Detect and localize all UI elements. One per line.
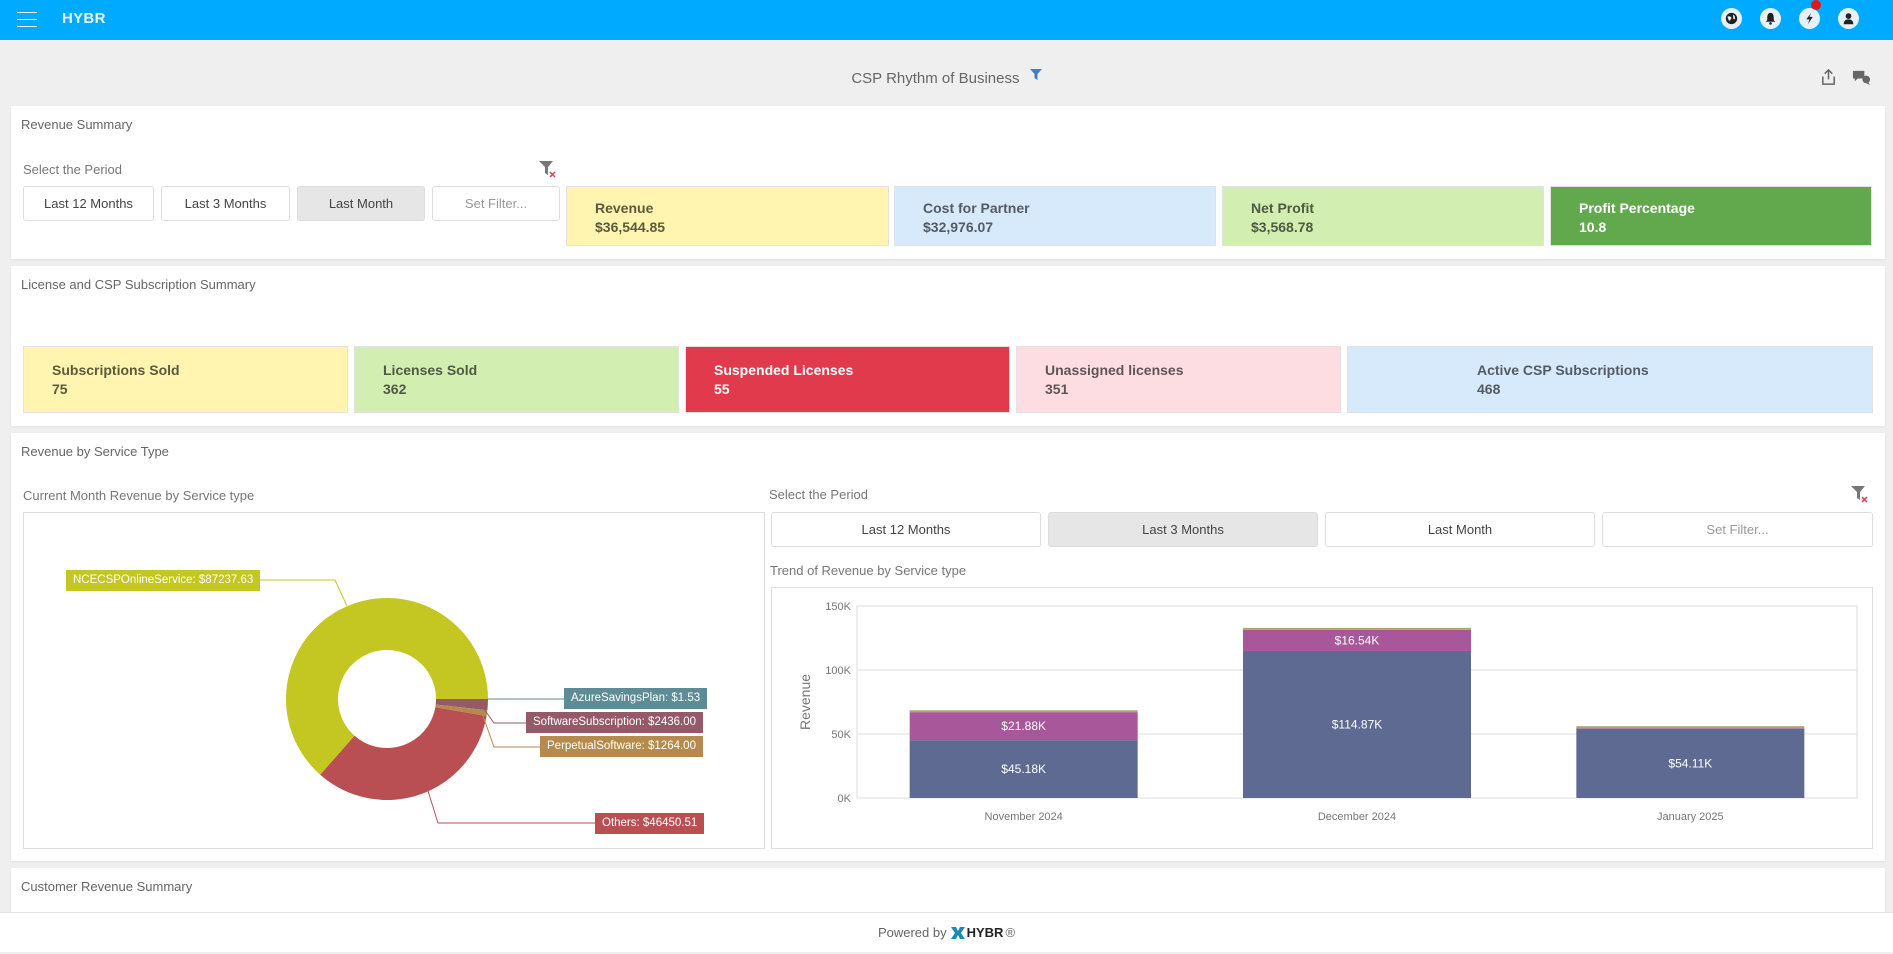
card-title: Cost for Partner	[923, 200, 1030, 216]
notification-dot	[1811, 0, 1821, 10]
y-tick-label: 50K	[831, 729, 851, 741]
card-title: Subscriptions Sold	[52, 362, 180, 378]
card-value: $36,544.85	[595, 219, 666, 235]
powered-by-text: Powered by	[877, 925, 947, 940]
share-export-icon[interactable]	[1819, 68, 1838, 92]
y-tick-label: 100K	[825, 665, 851, 677]
card-value: 351	[1045, 381, 1069, 397]
select-period-label: Select the Period	[769, 487, 869, 502]
card-title: Active CSP Subscriptions	[1477, 362, 1649, 378]
card-value: 362	[383, 381, 407, 397]
bar-segment[interactable]	[1243, 627, 1471, 630]
pie-chart-title: Current Month Revenue by Service type	[23, 488, 255, 503]
card-value: 10.8	[1579, 219, 1607, 235]
pie-slice-others[interactable]	[320, 707, 487, 800]
card-title: Revenue	[595, 200, 654, 216]
hybr-logo-text: HYBR	[966, 925, 1004, 940]
panel-title: License and CSP Subscription Summary	[21, 277, 256, 292]
registered-mark: ®	[1005, 925, 1016, 940]
globe-icon[interactable]	[1721, 8, 1742, 29]
top-navigation-bar: HYBR	[0, 0, 1893, 40]
bar-data-label: $54.11K	[1668, 756, 1712, 770]
lightning-icon[interactable]	[1799, 0, 1821, 29]
pie-label-softwaresubscription: SoftwareSubscription: $2436.00	[526, 712, 704, 733]
bar-data-label: $114.87K	[1332, 717, 1383, 731]
card-title: Profit Percentage	[1579, 200, 1695, 216]
comments-icon[interactable]	[1852, 68, 1871, 92]
revenue-by-service-type-panel: Revenue by Service Type Current Month Re…	[11, 433, 1885, 861]
y-axis-label: Revenue	[797, 674, 813, 730]
select-period-label: Select the Period	[23, 162, 123, 177]
subscriptions-sold-card: Subscriptions Sold 75	[23, 346, 348, 413]
suspended-licenses-card: Suspended Licenses 55	[685, 346, 1010, 413]
bar-data-label: $45.18K	[1001, 762, 1046, 776]
period-last-month-button[interactable]: Last Month	[1325, 512, 1595, 547]
x-tick-label: December 2024	[1318, 811, 1396, 823]
hybr-logo-icon	[950, 926, 965, 939]
hybr-logo[interactable]: HYBR ®	[950, 925, 1016, 940]
page-scrollbar[interactable]	[1887, 40, 1893, 912]
pie-label-ncecsponlineservice: NCECSPOnlineService: $87237.63	[66, 570, 261, 591]
bell-icon[interactable]	[1760, 8, 1781, 29]
set-filter-button[interactable]: Set Filter...	[1602, 512, 1873, 547]
panel-title: Customer Revenue Summary	[21, 879, 193, 894]
clear-filter-icon[interactable]	[539, 161, 557, 179]
page-title: CSP Rhythm of Business	[851, 70, 1020, 87]
user-icon[interactable]	[1838, 8, 1859, 29]
card-value: $32,976.07	[923, 219, 994, 235]
pie-label-others: Others: $46450.51	[595, 813, 705, 834]
card-value: 468	[1477, 381, 1501, 397]
page-title-row: CSP Rhythm of Business	[0, 68, 1893, 87]
licenses-sold-card: Licenses Sold 362	[354, 346, 679, 413]
period-last-month-button[interactable]: Last Month	[297, 186, 425, 221]
customer-revenue-summary-panel: Customer Revenue Summary	[11, 868, 1885, 918]
pie-label-perpetualsoftware: PerpetualSoftware: $1264.00	[540, 736, 703, 757]
bar-segment[interactable]	[1576, 728, 1805, 729]
active-csp-subscriptions-card: Active CSP Subscriptions 468	[1347, 346, 1873, 413]
bar-data-label: $21.88K	[1001, 719, 1046, 733]
bar-data-label: $16.54K	[1335, 633, 1380, 647]
bar-segment[interactable]	[1576, 726, 1805, 729]
pie-leader-line	[483, 708, 526, 724]
card-value: $3,568.78	[1251, 219, 1314, 235]
bar-chart-title: Trend of Revenue by Service type	[770, 563, 967, 578]
card-title: Unassigned licenses	[1045, 362, 1184, 378]
bar-segment[interactable]	[909, 710, 1138, 713]
hamburger-menu-icon[interactable]	[17, 12, 37, 29]
y-tick-label: 150K	[825, 601, 851, 613]
net-profit-card: Net Profit $3,568.78	[1222, 186, 1544, 246]
x-tick-label: November 2024	[985, 811, 1063, 823]
unassigned-licenses-card: Unassigned licenses 351	[1016, 346, 1341, 413]
card-title: Licenses Sold	[383, 362, 478, 378]
stacked-bar-chart: 0K 50K 100K 150K Revenue $45.18K $21.88K Novemb…	[797, 601, 1858, 823]
panel-title: Revenue by Service Type	[21, 444, 169, 459]
revenue-card: Revenue $36,544.85	[566, 186, 889, 246]
card-title: Suspended Licenses	[714, 362, 854, 378]
cost-for-partner-card: Cost for Partner $32,976.07	[894, 186, 1216, 246]
card-value: 55	[714, 381, 730, 397]
pie-label-azuresavingsplan: AzureSavingsPlan: $1.53	[564, 688, 708, 709]
pie-chart-container: NCECSPOnlineService: $87237.63 AzureSavin…	[23, 512, 765, 849]
license-summary-panel: License and CSP Subscription Summary Sub…	[11, 266, 1885, 426]
x-tick-label: January 2025	[1657, 811, 1724, 823]
period-last-3-months-button[interactable]: Last 3 Months	[161, 186, 290, 221]
profit-percentage-card: Profit Percentage 10.8	[1550, 186, 1872, 246]
clear-filter-icon[interactable]	[1851, 486, 1869, 504]
app-brand[interactable]: HYBR	[62, 10, 106, 27]
revenue-summary-panel: Revenue Summary Select the Period Last 1…	[11, 106, 1885, 259]
y-tick-label: 0K	[838, 793, 852, 805]
bar-chart-container: 0K 50K 100K 150K Revenue $45.18K $21.88K Novemb…	[771, 587, 1873, 849]
filter-icon[interactable]	[1029, 68, 1042, 85]
donut-chart	[221, 579, 595, 824]
footer: Powered by HYBR ®	[0, 912, 1893, 952]
card-title: Net Profit	[1251, 200, 1314, 216]
period-last-12-months-button[interactable]: Last 12 Months	[23, 186, 154, 221]
set-filter-button[interactable]: Set Filter...	[432, 186, 560, 221]
pie-leader-line	[423, 777, 595, 824]
period-last-12-months-button[interactable]: Last 12 Months	[771, 512, 1041, 547]
panel-title: Revenue Summary	[21, 117, 133, 132]
card-value: 75	[52, 381, 68, 397]
period-last-3-months-button[interactable]: Last 3 Months	[1048, 512, 1318, 547]
